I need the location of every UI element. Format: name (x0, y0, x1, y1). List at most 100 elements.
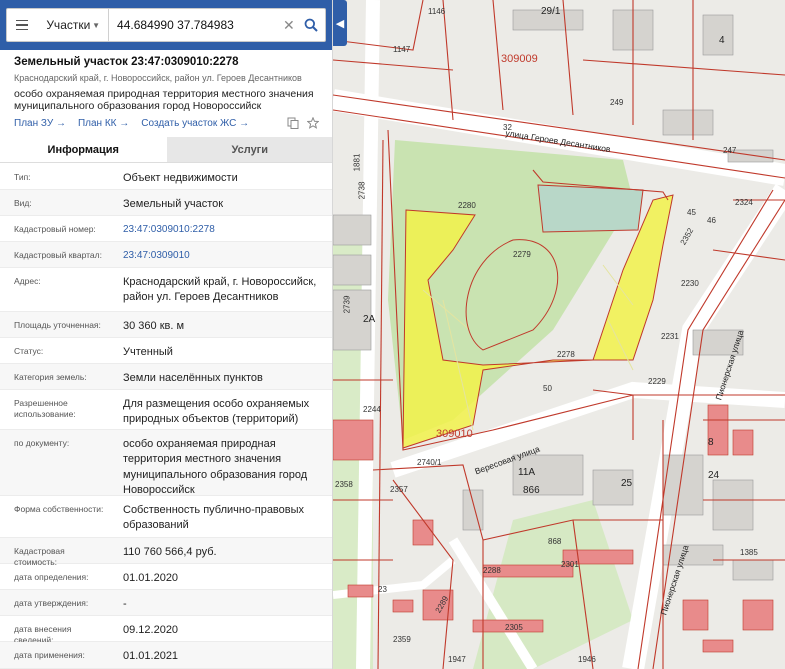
attribute-label: Вид: (14, 198, 32, 208)
attribute-label: Форма собственности: (14, 504, 104, 514)
info-tabs: Информация Услуги (0, 137, 332, 163)
attribute-label: дата применения: (14, 650, 85, 660)
parcel-title: Земельный участок 23:47:0309010:2278 (14, 56, 239, 68)
attribute-row: Статус: Учтенный (0, 338, 332, 364)
attribute-row: Вид: Земельный участок (0, 190, 332, 216)
star-icon[interactable] (307, 117, 319, 129)
object-type-label: Участки (46, 18, 91, 32)
attribute-value: 30 360 кв. м (123, 320, 185, 332)
parcel-number: 2280 (458, 201, 476, 210)
attribute-value: Собственность публично-правовых образова… (123, 504, 305, 532)
parcel-number: 2324 (735, 198, 753, 207)
building-number: 868 (548, 537, 562, 546)
tab-info[interactable]: Информация (0, 137, 167, 162)
parcel-number: 46 (707, 216, 716, 225)
parcel-number: 2278 (557, 350, 575, 359)
building-number: 29/1 (541, 6, 561, 17)
parcel-number: 2740/1 (417, 458, 442, 467)
parcel-number: 1946 (578, 655, 596, 664)
attribute-row: дата утверждения: - (0, 590, 332, 616)
parcel-number: 1385 (740, 548, 758, 557)
attribute-label: по документу: (14, 438, 70, 448)
search-bar: Участки ▼ ✕ (6, 8, 326, 42)
parcel-header: Земельный участок 23:47:0309010:2278 Кра… (14, 56, 319, 112)
attribute-label: Кадастровый квартал: (14, 250, 102, 260)
parcel-number: 2230 (681, 279, 699, 288)
info-panel: Участки ▼ ✕ Земельный участок 23:47:0309… (0, 0, 333, 669)
parcel-number: 32 (503, 123, 512, 132)
cadastral-number-link[interactable]: 23:47:0309010:2278 (123, 223, 323, 237)
building-number: 247 (723, 146, 737, 155)
parcel-number: 1881 (352, 153, 362, 172)
attribute-value: Земельный участок (123, 198, 224, 210)
parcel-number: 2359 (393, 635, 411, 644)
attribute-row: дата внесения сведений: 09.12.2020 (0, 616, 332, 645)
attribute-value: Объект недвижимости (123, 172, 238, 184)
attribute-label: Адрес: (14, 276, 41, 286)
chevron-left-icon[interactable]: ◀ (333, 0, 347, 46)
tab-services[interactable]: Услуги (166, 137, 332, 162)
attribute-value: Земли населённых пунктов (123, 372, 263, 384)
attribute-row: Разрешенное использование: Для размещени… (0, 390, 332, 430)
cadastral-quarter-link[interactable]: 23:47:0309010 (123, 249, 323, 263)
attribute-row: Кадастровая стоимость: 110 760 566,4 руб… (0, 538, 332, 567)
search-icon (304, 18, 319, 32)
map-graphics (333, 0, 785, 669)
search-button[interactable] (298, 9, 325, 41)
parcel-number: 2739 (342, 295, 352, 314)
attribute-row: по документу: особо охраняемая природная… (0, 430, 332, 497)
parcel-number: 1147 (393, 45, 411, 54)
parcel-number: 2738 (357, 181, 367, 200)
parcel-number: 2301 (561, 560, 579, 569)
create-zhs-link[interactable]: Создать участок ЖС → (141, 118, 249, 129)
parcel-number: 2305 (505, 623, 523, 632)
object-type-select[interactable]: Участки ▼ (36, 9, 110, 41)
attribute-row: Категория земель: Земли населённых пункт… (0, 364, 332, 390)
attribute-label: Площадь уточненная: (14, 320, 101, 330)
parcel-number: 1947 (448, 655, 466, 664)
parcel-number: 2231 (661, 332, 679, 341)
attribute-label: Разрешенное использование: (14, 398, 76, 420)
plan-kk-link[interactable]: План КК → (78, 118, 129, 129)
chevron-down-icon: ▼ (92, 20, 101, 30)
attribute-row: Кадастровый квартал: 23:47:0309010 (0, 242, 332, 268)
copy-icon[interactable] (287, 117, 299, 129)
parcel-number: 1146 (428, 7, 446, 16)
parcel-number: 2279 (513, 250, 531, 259)
attribute-value: Учтенный (123, 346, 173, 358)
parcel-number: 2229 (648, 377, 666, 386)
attribute-row: Форма собственности: Собственность публи… (0, 496, 332, 538)
building-number: 8 (708, 437, 714, 448)
building-number: 25 (621, 478, 633, 489)
parcel-number: 45 (687, 208, 696, 217)
building-number: 866 (523, 485, 540, 496)
attribute-value: особо охраняемая природная территория ме… (123, 438, 308, 497)
attribute-label: Кадастровый номер: (14, 224, 96, 234)
attribute-value: Для размещения особо охраняемых природны… (123, 398, 310, 426)
quarter-label: 309010 (436, 428, 473, 440)
building-number: 4 (719, 35, 725, 46)
parcel-number: 2357 (390, 485, 408, 494)
attribute-row: дата применения: 01.01.2021 (0, 642, 332, 669)
attribute-label: Тип: (14, 172, 31, 182)
attribute-value: Краснодарский край, г. Новороссийск, рай… (123, 276, 317, 304)
building-number: 24 (708, 470, 720, 481)
plan-zu-link[interactable]: План ЗУ → (14, 118, 66, 129)
attribute-row: Площадь уточненная: 30 360 кв. м (0, 312, 332, 338)
attribute-row: дата определения: 01.01.2020 (0, 564, 332, 590)
quarter-label: 309009 (501, 53, 538, 65)
hamburger-icon[interactable] (7, 9, 36, 41)
parcel-description: особо охраняемая природная территория ме… (14, 88, 314, 113)
search-input[interactable] (109, 9, 281, 41)
attribute-row: Адрес: Краснодарский край, г. Новороссий… (0, 268, 332, 312)
map-canvas[interactable]: улица Героев Десантников Вересовая улица… (333, 0, 785, 669)
attribute-label: дата утверждения: (14, 598, 89, 608)
attribute-label: Статус: (14, 346, 44, 356)
attribute-label: дата определения: (14, 572, 89, 582)
attribute-value: 09.12.2020 (123, 624, 179, 636)
building-number: 23 (378, 585, 387, 594)
building-number: 2A (363, 314, 376, 325)
close-icon[interactable]: ✕ (280, 17, 298, 34)
building-number: 249 (610, 98, 624, 107)
attribute-row: Кадастровый номер: 23:47:0309010:2278 (0, 216, 332, 242)
